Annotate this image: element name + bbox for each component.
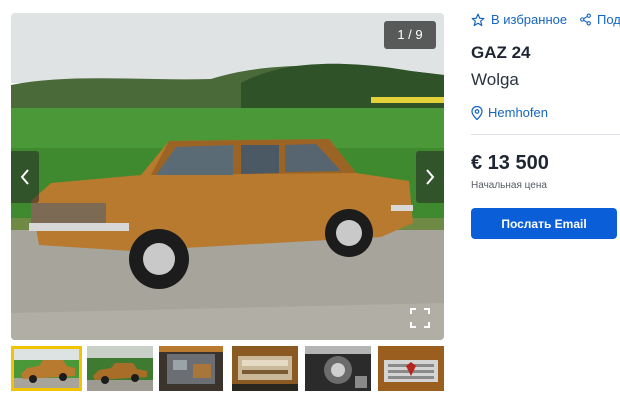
share-label: Под [597,12,620,27]
share-button[interactable]: Под [579,12,620,27]
thumbnail-1[interactable] [11,346,82,391]
photo-gallery[interactable]: 1 / 9 [11,13,444,340]
thumbnail-2[interactable] [87,346,153,391]
next-photo-button[interactable] [416,151,444,203]
thumbnail-3[interactable] [159,346,223,391]
divider [471,134,620,135]
location-link[interactable]: Hemhofen [471,105,548,120]
thumbnail-4[interactable] [232,346,298,391]
listing-sidebar: В избранное Под GAZ 24 Wolga Hemhofen € … [471,0,620,414]
star-outline-icon [471,13,485,26]
thumbnail-5[interactable] [305,346,371,391]
car-photo[interactable] [11,13,444,340]
add-to-favorites-button[interactable]: В избранное [471,12,567,27]
price: € 13 500 [471,152,549,174]
location-label: Hemhofen [488,105,548,120]
listing-subtitle: Wolga [471,70,519,89]
chevron-left-icon [20,169,29,185]
listing-title: GAZ 24 [471,43,531,62]
favorites-label: В избранное [491,12,568,27]
share-icon [580,13,591,26]
send-email-button[interactable]: Послать Email [471,208,617,239]
thumbnail-6[interactable] [378,346,444,391]
photo-counter: 1 / 9 [384,21,436,49]
map-pin-icon [471,105,483,120]
listing-actions: В избранное Под [471,12,620,32]
price-label: Начальная цена [471,180,547,191]
expand-icon[interactable] [410,308,430,328]
previous-photo-button[interactable] [11,151,39,203]
thumbnail-strip [11,346,444,394]
chevron-right-icon [426,169,435,185]
